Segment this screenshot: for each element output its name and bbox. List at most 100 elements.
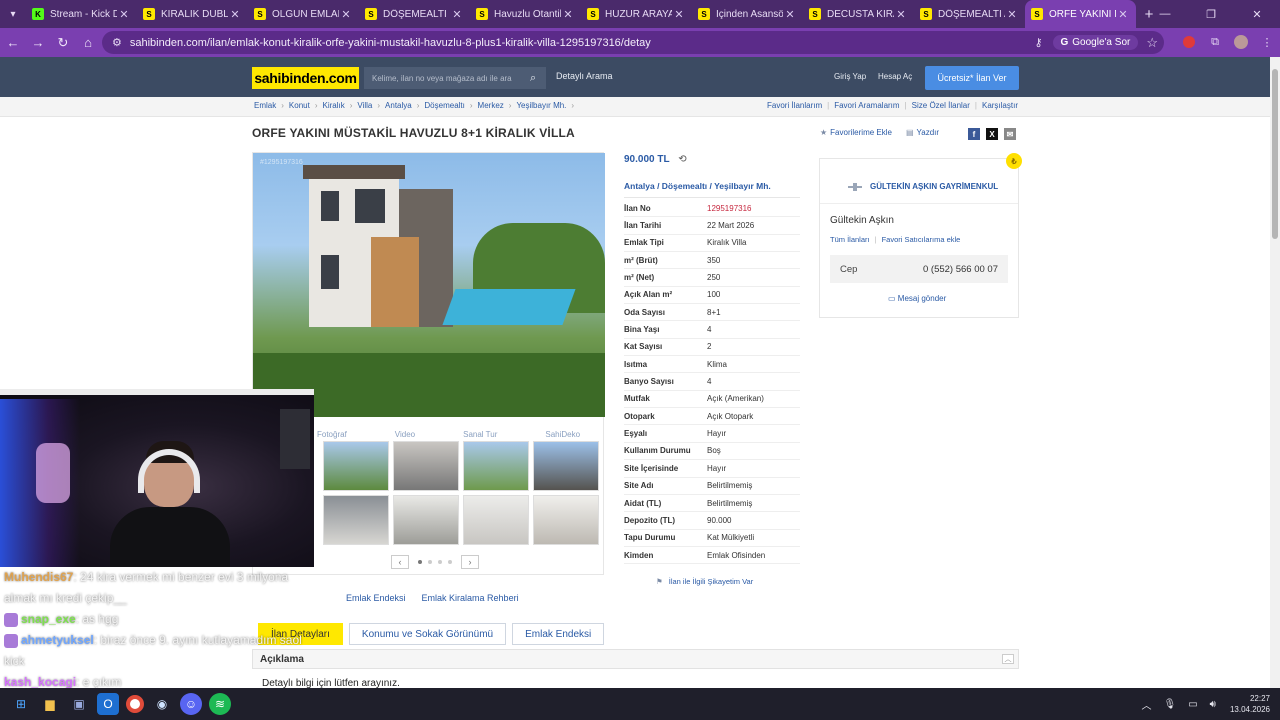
site-search-input[interactable] [372, 73, 530, 83]
breadcrumb-item[interactable]: Yeşilbayır Mh. [516, 101, 566, 110]
url-text[interactable]: sahibinden.com/ilan/emlak-konut-kiralik-… [130, 37, 1035, 49]
clock[interactable]: 22:27 13.04.2026 [1230, 693, 1270, 715]
complaint-link[interactable]: ⚑ İlan ile İlgili Şikayetim Var [656, 577, 753, 586]
steam-icon[interactable]: ◉ [151, 693, 173, 715]
tab-search-chevron-icon[interactable]: ▾ [0, 0, 26, 28]
page-scrollbar[interactable] [1270, 57, 1280, 688]
page-dot[interactable] [448, 560, 452, 564]
thumbnail[interactable] [393, 441, 459, 491]
tab-close-icon[interactable]: ✕ [1005, 8, 1019, 21]
all-listings-link[interactable]: Tüm İlanları [830, 235, 870, 244]
discord-icon[interactable]: ☺ [180, 693, 202, 715]
scrollbar-thumb[interactable] [1272, 69, 1278, 239]
main-photo[interactable]: #1295197316 [253, 153, 605, 417]
tab-close-icon[interactable]: ✕ [783, 8, 797, 21]
under-gallery-link[interactable]: Emlak Kiralama Rehberi [422, 593, 519, 603]
gallery-tab[interactable]: Video [395, 430, 415, 439]
chat-username[interactable]: kash_kocagi [4, 675, 76, 689]
windows-start-icon[interactable]: ⊞ [10, 693, 32, 715]
prev-page-chevron-icon[interactable]: ‹ [391, 555, 409, 569]
sahibinden-logo[interactable]: sahibinden.com [252, 67, 359, 89]
breadcrumb-item[interactable]: Merkez [478, 101, 504, 110]
post-listing-button[interactable]: Ücretsiz* İlan Ver [925, 66, 1019, 90]
chat-username[interactable]: ahmetyuksel [21, 633, 94, 647]
section-tab[interactable]: Konumu ve Sokak Görünümü [348, 623, 507, 645]
breadcrumb-item[interactable]: Emlak [254, 101, 276, 110]
page-dot[interactable] [428, 560, 432, 564]
price-history-icon[interactable]: ⟲ [678, 154, 686, 165]
microphone-icon[interactable]: 🎙︎ [1163, 699, 1176, 710]
location-links[interactable]: Antalya / Döşemealtı / Yeşilbayır Mh. [624, 181, 771, 191]
password-key-icon[interactable]: ⚷ [1034, 36, 1042, 49]
add-favorite-link[interactable]: Favorilerime Ekle [830, 128, 892, 137]
site-info-icon[interactable]: ⚙ [112, 36, 122, 49]
search-icon[interactable]: ⌕ [530, 72, 536, 85]
email-icon[interactable]: ✉ [1004, 128, 1016, 140]
print-link[interactable]: Yazdır [917, 128, 940, 137]
outlook-icon[interactable]: O [97, 693, 119, 715]
add-fav-seller-link[interactable]: Favori Satıcılarıma ekle [882, 235, 961, 244]
extensions-puzzle-icon[interactable]: ⧉ [1202, 32, 1228, 52]
chrome-icon[interactable] [126, 695, 144, 713]
tab-close-icon[interactable]: ✕ [117, 8, 131, 21]
description-header[interactable]: Açıklama ︿ [252, 649, 1019, 669]
close-window-icon[interactable]: ✕ [1234, 0, 1280, 28]
quick-link[interactable]: Favori İlanlarım [767, 101, 822, 110]
next-page-chevron-icon[interactable]: › [461, 555, 479, 569]
quick-link[interactable]: Size Özel İlanlar [912, 101, 970, 110]
browser-tab[interactable]: S OLGUN EMLAK-M✕ [248, 0, 359, 28]
breadcrumb-item[interactable]: Konut [289, 101, 310, 110]
breadcrumb-item[interactable]: Kiralık [322, 101, 344, 110]
network-icon[interactable]: ▭ [1188, 699, 1197, 710]
login-link[interactable]: Giriş Yap [834, 72, 866, 81]
gallery-tab[interactable]: Sanal Tur [463, 430, 497, 439]
address-bar[interactable]: ⚙ sahibinden.com/ilan/emlak-konut-kirali… [102, 31, 1164, 54]
browser-tab[interactable]: K Stream - Kick Da✕ [26, 0, 137, 28]
minimize-icon[interactable]: — [1142, 0, 1188, 28]
spotify-icon[interactable]: ≋ [209, 693, 231, 715]
gallery-tab[interactable]: SahiDeko [545, 430, 580, 439]
forward-arrow-icon[interactable]: → [26, 31, 50, 55]
phone-number[interactable]: 0 (552) 566 00 07 [923, 264, 998, 275]
x-twitter-icon[interactable]: X [986, 128, 998, 140]
seller-firm-name[interactable]: GÜLTEKİN AŞKIN GAYRİMENKUL [870, 182, 998, 191]
browser-tab[interactable]: S Havuzlu Otantik S✕ [470, 0, 581, 28]
tab-close-icon[interactable]: ✕ [894, 8, 908, 21]
facebook-icon[interactable]: f [968, 128, 980, 140]
store-icon[interactable]: ▣ [68, 693, 90, 715]
tab-close-icon[interactable]: ✕ [672, 8, 686, 21]
reload-icon[interactable]: ↻ [51, 31, 75, 55]
tab-close-icon[interactable]: ✕ [561, 8, 575, 21]
extension-red-icon[interactable] [1183, 36, 1195, 48]
browser-tab[interactable]: S DÖŞEMEALTI Alt✕ [914, 0, 1025, 28]
thumbnail[interactable] [323, 441, 389, 491]
browser-tab[interactable]: S DÖŞEMEALTI MÜ✕ [359, 0, 470, 28]
collapse-chevron-icon[interactable]: ︿ [1002, 654, 1014, 664]
thumbnail[interactable] [323, 495, 389, 545]
page-dot[interactable] [438, 560, 442, 564]
quick-link[interactable]: Karşılaştır [982, 101, 1018, 110]
quick-link[interactable]: Favori Aramalarım [834, 101, 899, 110]
thumbnail[interactable] [463, 441, 529, 491]
profile-avatar[interactable] [1234, 35, 1248, 49]
breadcrumb-item[interactable]: Döşemealtı [424, 101, 464, 110]
section-tab[interactable]: Emlak Endeksi [512, 623, 605, 645]
tab-close-icon[interactable]: ✕ [228, 8, 242, 21]
browser-tab[interactable]: S İçinden Asansörlü✕ [692, 0, 803, 28]
page-dot[interactable] [418, 560, 422, 564]
gallery-tab[interactable]: Fotoğraf [317, 430, 347, 439]
chat-username[interactable]: snap_exe [21, 612, 76, 626]
browser-tab[interactable]: S HUZUR ARAYANL✕ [581, 0, 692, 28]
back-arrow-icon[interactable]: ← [1, 31, 25, 55]
restore-icon[interactable]: ❐ [1188, 0, 1234, 28]
thumbnail[interactable] [393, 495, 459, 545]
thumbnail[interactable] [463, 495, 529, 545]
file-explorer-icon[interactable]: ▆ [39, 693, 61, 715]
thumbnail[interactable] [533, 495, 599, 545]
home-icon[interactable]: ⌂ [76, 31, 100, 55]
tab-close-icon[interactable]: ✕ [1116, 8, 1130, 21]
register-link[interactable]: Hesap Aç [878, 72, 912, 81]
chat-username[interactable]: Muhendis67 [4, 570, 73, 584]
browser-menu-icon[interactable]: ⋮ [1254, 32, 1280, 52]
send-message-link[interactable]: ▭ Mesaj gönder [888, 294, 946, 303]
